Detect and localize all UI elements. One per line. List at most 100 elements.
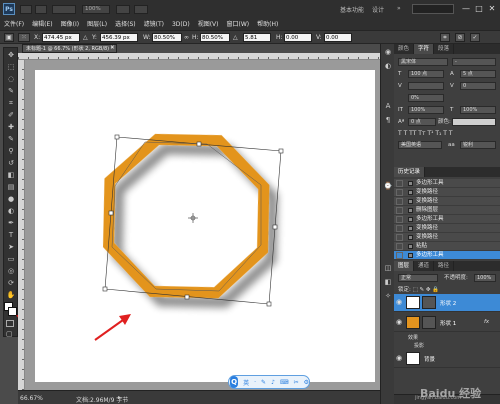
height-scale-field[interactable]: 80.50%	[200, 33, 230, 42]
blur-tool-icon[interactable]: ●	[6, 194, 16, 204]
ime-voice-icon[interactable]: ♪	[271, 379, 275, 386]
cs-live-search[interactable]	[412, 4, 454, 14]
workspace-essentials[interactable]: 基本功能	[340, 5, 364, 14]
ime-lang-toggle[interactable]: 英	[243, 378, 249, 387]
history-item[interactable]: 删除图层	[394, 206, 500, 215]
y-position-field[interactable]: 456.39 px	[100, 33, 138, 42]
eyedropper-icon[interactable]: ✐	[6, 110, 16, 120]
pen-tool-icon[interactable]: ✒	[6, 218, 16, 228]
lasso-tool-icon[interactable]: ◌	[6, 74, 16, 84]
history-checkbox[interactable]	[396, 225, 403, 232]
minimize-button[interactable]: —	[460, 3, 472, 14]
layers-panel-icon[interactable]: ◫	[383, 264, 393, 274]
history-checkbox[interactable]	[396, 207, 403, 214]
tab-channels[interactable]: 通道	[414, 261, 435, 271]
warp-mode-icon[interactable]: ⌗	[440, 33, 450, 42]
gradient-tool-icon[interactable]: ▤	[6, 182, 16, 192]
ime-punct-icon[interactable]: ·	[254, 379, 256, 386]
eye-icon[interactable]: ◉	[396, 354, 404, 362]
paragraph-panel-icon[interactable]: ¶	[383, 116, 393, 126]
v-skew-field[interactable]: 0.00	[324, 33, 352, 42]
lock-buttons[interactable]: 锁定: ⬚ ✎ ✥ 🔒	[398, 285, 496, 293]
adjust-panel-icon[interactable]: ◐	[383, 62, 393, 72]
font-style-select[interactable]: -	[452, 58, 496, 66]
canvas[interactable]	[35, 70, 375, 382]
horizontal-scale-field[interactable]: 100%	[460, 106, 496, 114]
tab-color[interactable]: 颜色	[394, 44, 415, 54]
tab-layers[interactable]: 图层	[394, 261, 415, 271]
menu-item[interactable]: 3D(D)	[168, 20, 194, 30]
crop-tool-icon[interactable]: ⌗	[6, 98, 16, 108]
history-panel-icon[interactable]: ⌚	[383, 182, 393, 192]
history-brush-icon[interactable]: ↺	[6, 158, 16, 168]
baseline-field[interactable]: 0 点	[408, 118, 436, 126]
eye-icon[interactable]: ◉	[396, 318, 404, 326]
marquee-tool-icon[interactable]: ⬚	[6, 62, 16, 72]
layer-shape-2[interactable]: ◉ 形状 2	[394, 294, 500, 312]
vertical-scale-field[interactable]: 100%	[408, 106, 444, 114]
arrange-documents-button[interactable]	[116, 5, 130, 14]
screen-mode-button[interactable]	[134, 5, 148, 14]
brush-tool-icon[interactable]: ✎	[6, 134, 16, 144]
font-family-select[interactable]: 黑宋体	[398, 58, 448, 66]
history-item[interactable]: 多边形工具	[394, 215, 500, 224]
eye-icon[interactable]: ◉	[396, 298, 404, 306]
tab-paragraph[interactable]: 段落	[434, 44, 455, 54]
history-item[interactable]: 多边形工具	[394, 179, 500, 188]
bridge-button[interactable]	[20, 5, 32, 14]
menu-item[interactable]: 滤镜(T)	[140, 20, 168, 30]
blend-mode-select[interactable]: 正常	[398, 274, 438, 282]
quick-select-icon[interactable]: ✎	[6, 86, 16, 96]
zoom-level[interactable]: 66.67%	[20, 395, 43, 402]
history-item[interactable]: 变换路径	[394, 197, 500, 206]
type-style-buttons[interactable]: T T TT Tт T¹ T₁ T T	[398, 130, 496, 139]
ime-logo-icon[interactable]: Q	[230, 376, 239, 388]
ime-tools-icon[interactable]: ✂	[294, 379, 299, 386]
tab-character[interactable]: 字符	[414, 44, 435, 54]
history-checkbox[interactable]	[396, 180, 403, 187]
menu-item[interactable]: 编辑(E)	[28, 20, 56, 30]
history-item[interactable]: 变换路径	[394, 224, 500, 233]
history-item[interactable]: 粘贴	[394, 242, 500, 251]
document-tab[interactable]: 未标题-1 @ 66.7% (形状 2, RGB/8) *	[22, 44, 117, 53]
rotation-field[interactable]: 5.81	[243, 33, 271, 42]
menu-item[interactable]: 选择(S)	[111, 20, 140, 30]
x-position-field[interactable]: 474.45 px	[42, 33, 80, 42]
ime-handwrite-icon[interactable]: ✎	[261, 379, 266, 386]
menu-item[interactable]: 图层(L)	[83, 20, 111, 30]
history-item[interactable]: 变换路径	[394, 233, 500, 242]
workspace-more[interactable]: »	[397, 5, 401, 12]
maximize-button[interactable]: □	[473, 3, 485, 14]
kerning-field[interactable]	[408, 82, 444, 90]
eraser-tool-icon[interactable]: ◧	[6, 170, 16, 180]
menu-item[interactable]: 文件(F)	[0, 20, 28, 30]
character-panel-icon[interactable]: A	[383, 102, 393, 112]
anti-alias-select[interactable]: 锐利	[460, 141, 496, 149]
ime-keyboard-icon[interactable]: ⌨	[280, 379, 289, 386]
opacity-field[interactable]: 100%	[474, 274, 496, 282]
chain-link-icon[interactable]: ∞	[184, 34, 189, 41]
history-item[interactable]: 多边形工具	[394, 251, 500, 260]
text-color-swatch[interactable]	[452, 118, 496, 126]
zoom-level-dropdown[interactable]: 100%	[82, 5, 110, 14]
menu-item[interactable]: 视图(V)	[194, 20, 223, 30]
language-select[interactable]: 美国英语	[398, 141, 442, 149]
effects-row[interactable]: 效果	[408, 334, 418, 342]
history-item[interactable]: 变换路径	[394, 188, 500, 197]
kerning-percent-field[interactable]: 0%	[408, 94, 444, 102]
ime-settings-icon[interactable]: ⚙	[304, 379, 309, 386]
tab-paths[interactable]: 路径	[434, 261, 455, 271]
history-checkbox[interactable]	[396, 234, 403, 241]
link-icon[interactable]: △	[83, 34, 88, 41]
history-checkbox[interactable]	[396, 216, 403, 223]
menu-item[interactable]: 图像(I)	[57, 20, 83, 30]
commit-transform-icon[interactable]: ✓	[470, 33, 480, 42]
color-panel-icon[interactable]: ◉	[383, 48, 393, 58]
status-menu-icon[interactable]: ▸	[118, 394, 121, 401]
document-close-icon[interactable]: ×	[110, 44, 115, 51]
h-skew-field[interactable]: 0.00	[284, 33, 312, 42]
width-scale-field[interactable]: 80.50%	[152, 33, 182, 42]
layer-background[interactable]: ◉ 背景	[394, 350, 500, 368]
history-checkbox[interactable]	[396, 189, 403, 196]
cancel-transform-icon[interactable]: ⊘	[455, 33, 465, 42]
